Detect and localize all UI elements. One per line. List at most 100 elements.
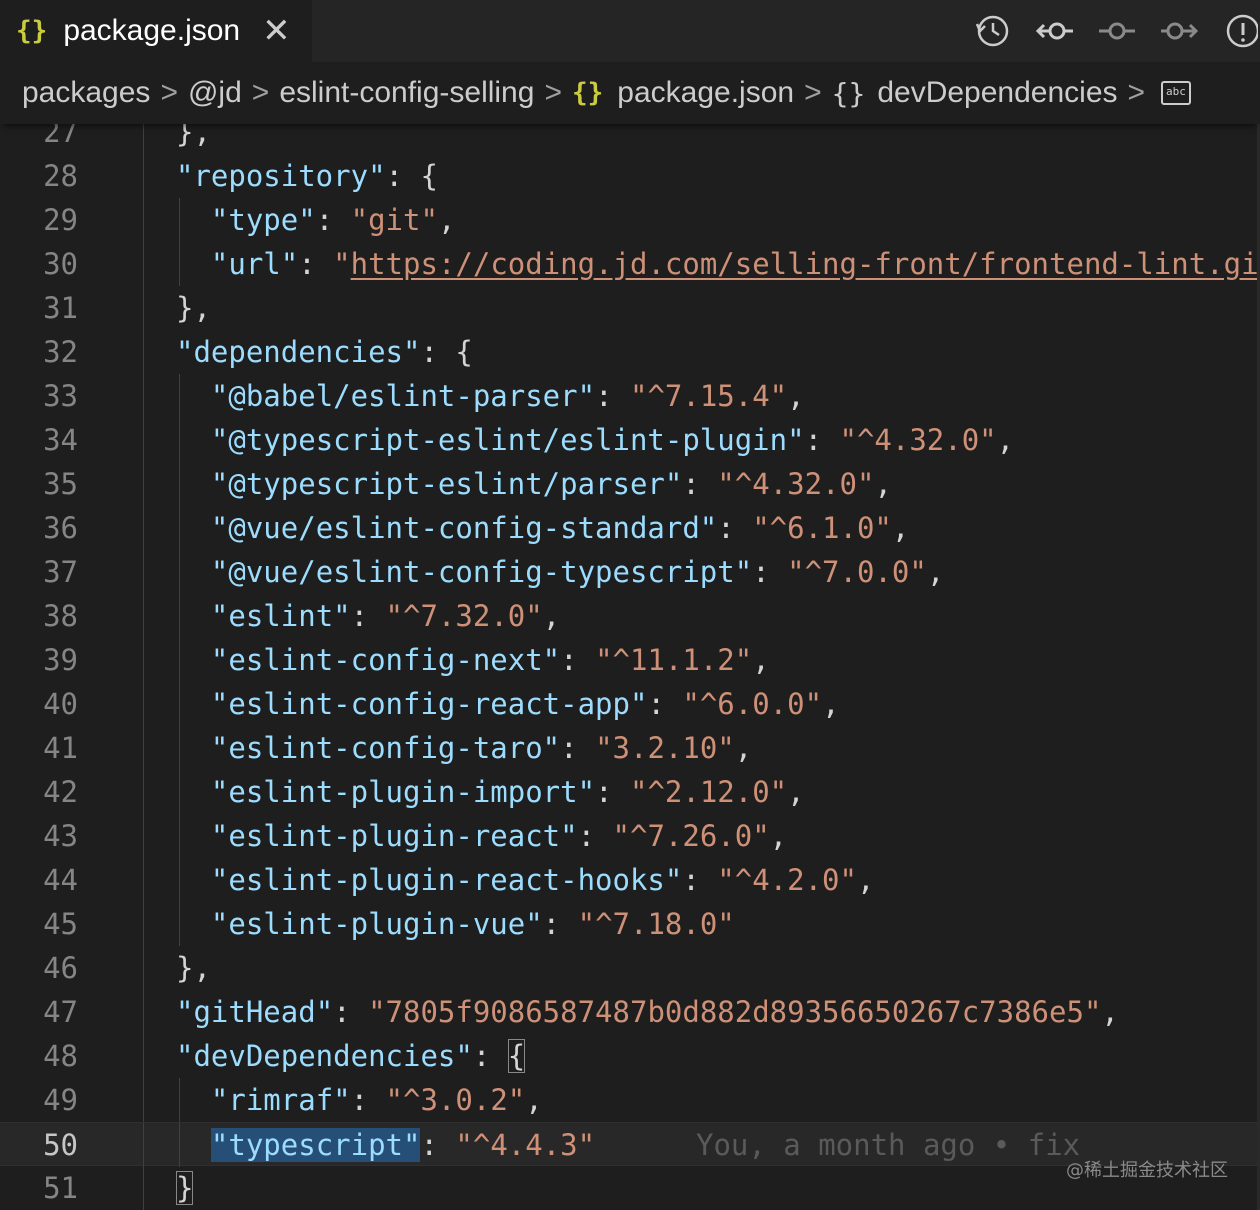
code-line[interactable]: 36 "@vue/eslint-config-standard": "^6.1.… bbox=[0, 506, 1260, 550]
indent-guide bbox=[143, 638, 144, 682]
indent-guide bbox=[143, 682, 144, 726]
line-number: 37 bbox=[43, 555, 78, 589]
indent-guide bbox=[143, 286, 144, 330]
code-text: "@typescript-eslint/eslint-plugin": "^4.… bbox=[210, 423, 1015, 457]
indent-guide bbox=[143, 154, 144, 198]
code-line[interactable]: 45 "eslint-plugin-vue": "^7.18.0" bbox=[0, 902, 1260, 946]
code-line[interactable]: 47 "gitHead": "7805f9086587487b0d882d8935… bbox=[0, 990, 1260, 1034]
indent-guide bbox=[143, 814, 144, 858]
code-line[interactable]: 44 "eslint-plugin-react-hooks": "^4.2.0"… bbox=[0, 858, 1260, 902]
code-line[interactable]: 41 "eslint-config-taro": "3.2.10", bbox=[0, 726, 1260, 770]
code-text: "typescript": "^4.4.3" bbox=[210, 1128, 596, 1162]
code-line[interactable]: 29 "type": "git", bbox=[0, 198, 1260, 242]
indent-guide bbox=[143, 462, 144, 506]
string-property-icon[interactable]: abc bbox=[1161, 81, 1191, 105]
line-number: 27 bbox=[43, 124, 78, 149]
indent-guide bbox=[143, 242, 144, 286]
code-editor[interactable]: 27}, 28 "repository": {29 "type": "git", 30… bbox=[0, 124, 1260, 1210]
code-line[interactable]: 42 "eslint-plugin-import": "^2.12.0", bbox=[0, 770, 1260, 814]
code-text: "eslint-plugin-react": "^7.26.0", bbox=[210, 819, 788, 853]
code-text: "eslint-config-react-app": "^6.0.0", bbox=[210, 687, 840, 721]
breadcrumb-item-devdependencies[interactable]: devDependencies bbox=[877, 76, 1117, 110]
code-text: "type": "git", bbox=[210, 203, 456, 237]
code-text: "@vue/eslint-config-standard": "^6.1.0", bbox=[210, 511, 910, 545]
indent-guide bbox=[143, 374, 144, 418]
line-number: 43 bbox=[43, 819, 78, 853]
line-number: 35 bbox=[43, 467, 78, 501]
line-number: 30 bbox=[43, 247, 78, 281]
code-line[interactable]: 38 "eslint": "^7.32.0", bbox=[0, 594, 1260, 638]
line-number: 34 bbox=[43, 423, 78, 457]
code-line[interactable]: 27}, bbox=[0, 124, 1260, 154]
code-text: "dependencies": { bbox=[176, 335, 473, 369]
line-number: 42 bbox=[43, 775, 78, 809]
go-back-icon[interactable] bbox=[1024, 6, 1086, 56]
chevron-right-icon: > bbox=[804, 76, 822, 109]
breadcrumb-item-package-json[interactable]: package.json bbox=[617, 76, 794, 110]
indent-guide bbox=[143, 418, 144, 462]
code-text: "url": "https://coding.jd.com/selling-fr… bbox=[210, 247, 1260, 281]
code-text: "@vue/eslint-config-typescript": "^7.0.0… bbox=[210, 555, 945, 589]
git-blame-annotation: You, a month ago • fix bbox=[696, 1128, 1081, 1162]
code-line[interactable]: 28 "repository": { bbox=[0, 154, 1260, 198]
line-number: 29 bbox=[43, 203, 78, 237]
code-line[interactable]: 34 "@typescript-eslint/eslint-plugin": "… bbox=[0, 418, 1260, 462]
line-number: 47 bbox=[43, 995, 78, 1029]
code-text: "eslint-plugin-react-hooks": "^4.2.0", bbox=[210, 863, 875, 897]
line-number: 36 bbox=[43, 511, 78, 545]
history-icon[interactable] bbox=[962, 6, 1024, 56]
line-number: 33 bbox=[43, 379, 78, 413]
code-line[interactable]: 33 "@babel/eslint-parser": "^7.15.4", bbox=[0, 374, 1260, 418]
code-line[interactable]: 43 "eslint-plugin-react": "^7.26.0", bbox=[0, 814, 1260, 858]
tab-label: package.json bbox=[63, 14, 241, 47]
code-text: "eslint-plugin-import": "^2.12.0", bbox=[210, 775, 805, 809]
code-text: "gitHead": "7805f9086587487b0d882d893566… bbox=[176, 995, 1119, 1029]
code-text: "rimraf": "^3.0.2", bbox=[210, 1083, 543, 1117]
code-text: "@typescript-eslint/parser": "^4.32.0", bbox=[210, 467, 892, 501]
json-file-icon: {} bbox=[16, 16, 48, 46]
line-number: 41 bbox=[43, 731, 78, 765]
tab-bar: {} package.json ✕ bbox=[0, 0, 1260, 62]
line-number: 40 bbox=[43, 687, 78, 721]
code-line[interactable]: 35 "@typescript-eslint/parser": "^4.32.0… bbox=[0, 462, 1260, 506]
code-text: "repository": { bbox=[176, 159, 438, 193]
code-line[interactable]: 37 "@vue/eslint-config-typescript": "^7.… bbox=[0, 550, 1260, 594]
code-line[interactable]: 39 "eslint-config-next": "^11.1.2", bbox=[0, 638, 1260, 682]
commit-icon[interactable] bbox=[1086, 6, 1148, 56]
code-line[interactable]: 40 "eslint-config-react-app": "^6.0.0", bbox=[0, 682, 1260, 726]
indent-guide bbox=[143, 858, 144, 902]
code-line[interactable]: 32 "dependencies": { bbox=[0, 330, 1260, 374]
code-text: "devDependencies": { bbox=[176, 1039, 526, 1073]
code-line[interactable]: 48 "devDependencies": { bbox=[0, 1034, 1260, 1078]
line-number: 45 bbox=[43, 907, 78, 941]
breadcrumb-item-jd[interactable]: @jd bbox=[188, 76, 242, 110]
tab-package-json[interactable]: {} package.json ✕ bbox=[0, 0, 312, 62]
go-forward-icon[interactable] bbox=[1148, 6, 1210, 56]
code-line[interactable]: 49 "rimraf": "^3.0.2", bbox=[0, 1078, 1260, 1122]
indent-guide bbox=[143, 946, 144, 990]
code-line[interactable]: 30 "url": "https://coding.jd.com/selling… bbox=[0, 242, 1260, 286]
breadcrumb-item-packages[interactable]: packages bbox=[22, 76, 150, 110]
breadcrumb-item-eslint-config-selling[interactable]: eslint-config-selling bbox=[279, 76, 534, 110]
indent-guide bbox=[143, 1078, 144, 1122]
indent-guide bbox=[143, 550, 144, 594]
indent-guide bbox=[143, 770, 144, 814]
indent-guide bbox=[143, 198, 144, 242]
line-number: 46 bbox=[43, 951, 78, 985]
indent-guide bbox=[143, 1166, 144, 1210]
line-number: 32 bbox=[43, 335, 78, 369]
line-number: 49 bbox=[43, 1083, 78, 1117]
line-number: 39 bbox=[43, 643, 78, 677]
code-text: "eslint-config-taro": "3.2.10", bbox=[210, 731, 753, 765]
code-line[interactable]: 46}, bbox=[0, 946, 1260, 990]
code-line[interactable]: 31}, bbox=[0, 286, 1260, 330]
json-file-icon: {} bbox=[571, 78, 604, 108]
close-icon[interactable]: ✕ bbox=[262, 14, 291, 48]
line-number: 44 bbox=[43, 863, 78, 897]
code-text: "eslint-plugin-vue": "^7.18.0" bbox=[210, 907, 735, 941]
line-number: 51 bbox=[43, 1171, 78, 1205]
more-icon[interactable] bbox=[1210, 6, 1260, 56]
indent-guide bbox=[143, 990, 144, 1034]
matching-bracket: } bbox=[176, 1171, 194, 1205]
indent-guide bbox=[143, 726, 144, 770]
